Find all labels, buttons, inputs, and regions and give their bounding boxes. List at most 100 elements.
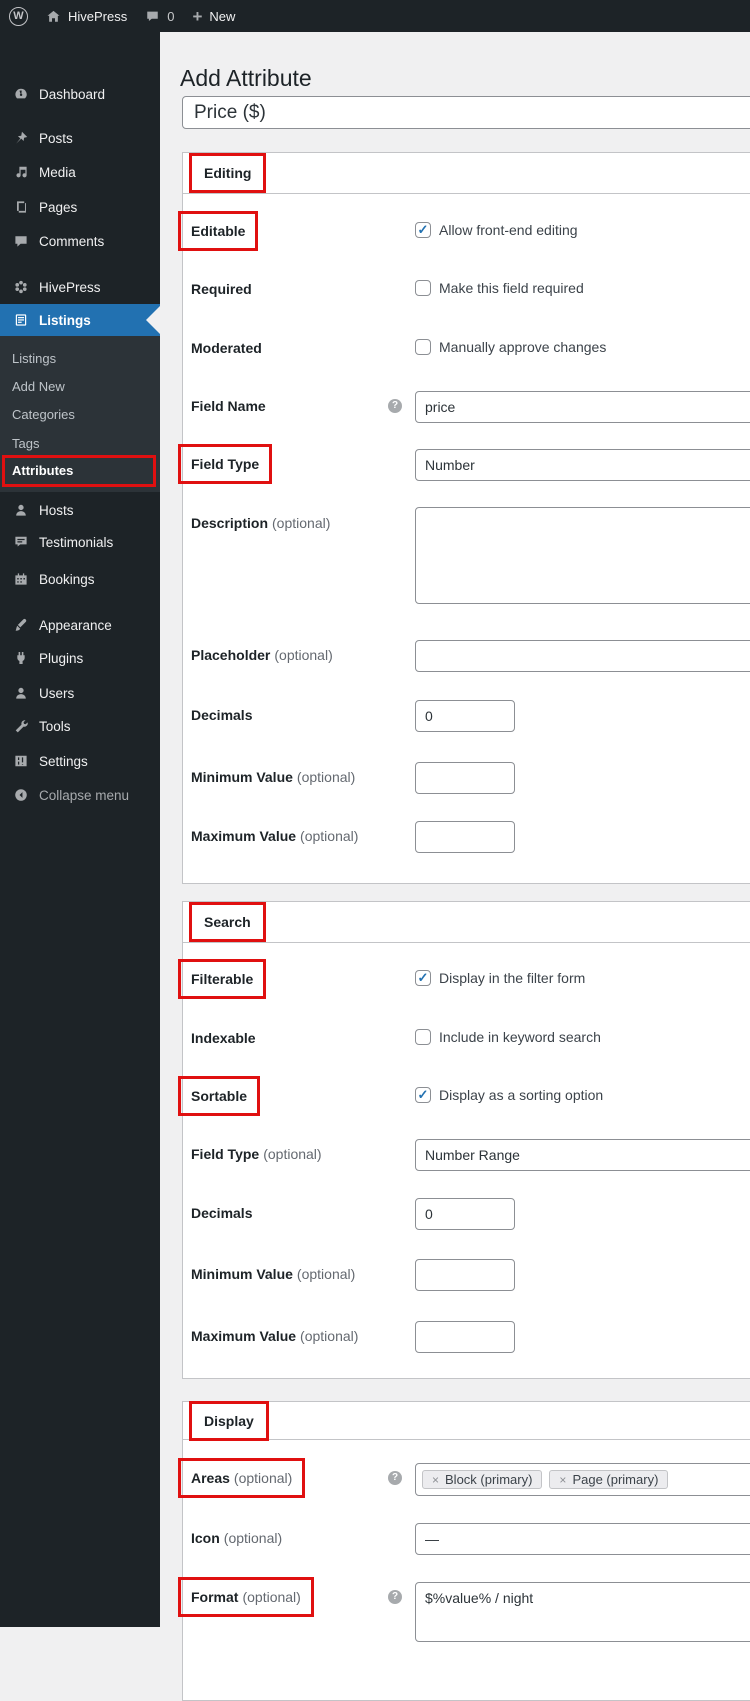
description-textarea[interactable]	[415, 507, 750, 604]
search-decimals-input[interactable]: 0	[415, 1198, 515, 1230]
section-title-display: Display	[189, 1400, 269, 1441]
help-icon[interactable]: ?	[388, 1590, 402, 1604]
remove-tag-icon[interactable]: ×	[559, 1473, 566, 1487]
field-label: Sortable	[178, 1076, 261, 1116]
checkbox-control: ✓ Display in the filter form	[415, 970, 585, 986]
sidebar-item-users[interactable]: Users	[0, 676, 160, 710]
collapse-arrow-icon	[11, 787, 30, 803]
sidebar-item-hivepress[interactable]: HivePress	[0, 270, 160, 304]
home-icon	[46, 9, 61, 24]
site-link[interactable]: HivePress	[37, 0, 136, 32]
field-label: Minimum Value (optional)	[191, 769, 356, 785]
editing-panel-header: Editing	[183, 153, 750, 194]
indexable-checkbox[interactable]	[415, 1029, 431, 1045]
moderated-checkbox[interactable]	[415, 339, 431, 355]
dashboard-icon	[11, 86, 30, 102]
submenu-item-listings[interactable]: Listings	[0, 345, 160, 373]
placeholder-input[interactable]	[415, 640, 750, 672]
maximum-value-input[interactable]	[415, 821, 515, 853]
site-name: HivePress	[68, 8, 128, 24]
sidebar-item-pages[interactable]: Pages	[0, 190, 160, 224]
checkbox-label: Include in keyword search	[439, 1029, 601, 1045]
input-value: 0	[425, 1206, 433, 1222]
sidebar-item-posts[interactable]: Posts	[0, 121, 160, 155]
icon-select[interactable]: —	[415, 1523, 750, 1555]
help-icon[interactable]: ?	[388, 1471, 402, 1485]
selected-tag: × Block (primary)	[422, 1470, 543, 1489]
sidebar-item-testimonials[interactable]: Testimonials	[0, 525, 160, 559]
sidebar-item-hosts[interactable]: Hosts	[0, 493, 160, 527]
row-areas: Areas (optional) ? × Block (primary) × Pa…	[178, 1458, 750, 1503]
testimonial-icon	[11, 534, 30, 550]
sidebar-item-bookings[interactable]: Bookings	[0, 562, 160, 596]
sidebar-item-media[interactable]: Media	[0, 155, 160, 189]
row-search-minimum-value: Minimum Value (optional)	[191, 1259, 750, 1299]
tag-label: Block (primary)	[445, 1472, 533, 1487]
comment-bubble-icon	[145, 9, 160, 24]
decimals-input[interactable]: 0	[415, 700, 515, 732]
sidebar-item-settings[interactable]: Settings	[0, 744, 160, 778]
field-label: Field Type (optional)	[191, 1146, 322, 1162]
pushpin-icon	[11, 130, 30, 146]
submenu-item-attributes[interactable]: Attributes	[2, 455, 156, 487]
row-sortable: Sortable ✓ Display as a sorting option	[178, 1076, 750, 1121]
format-input[interactable]: $%value% / night	[415, 1582, 750, 1642]
listings-icon	[11, 312, 30, 328]
submenu-item-add-new[interactable]: Add New	[0, 373, 160, 401]
select-value: Number Range	[425, 1147, 520, 1163]
wrench-icon	[11, 718, 30, 734]
areas-multiselect[interactable]: × Block (primary) × Page (primary)	[415, 1463, 750, 1496]
comments-shortcut[interactable]: 0	[136, 0, 183, 32]
submenu-item-tags[interactable]: Tags	[0, 430, 160, 458]
field-label: Placeholder (optional)	[191, 647, 333, 663]
checkbox-control: ✓ Display as a sorting option	[415, 1087, 603, 1103]
sidebar-item-collapse-menu[interactable]: Collapse menu	[0, 778, 160, 812]
plus-icon: +	[192, 6, 203, 26]
sidebar-item-dashboard[interactable]: Dashboard	[0, 77, 160, 111]
search-minimum-value-input[interactable]	[415, 1259, 515, 1291]
row-indexable: Indexable Include in keyword search	[191, 1029, 750, 1063]
submenu-item-categories[interactable]: Categories	[0, 401, 160, 429]
remove-tag-icon[interactable]: ×	[432, 1473, 439, 1487]
checkbox-label: Manually approve changes	[439, 339, 607, 355]
hivepress-flower-icon	[11, 279, 30, 295]
sortable-checkbox[interactable]: ✓	[415, 1087, 431, 1103]
attribute-name-input[interactable]: Price ($)	[182, 96, 750, 129]
admin-sidebar: Dashboard Posts Media Pages Comments Hiv…	[0, 32, 160, 1627]
sliders-icon	[11, 753, 30, 769]
wordpress-logo-icon: W	[9, 6, 28, 26]
sidebar-item-comments[interactable]: Comments	[0, 224, 160, 258]
search-field-type-select[interactable]: Number Range	[415, 1139, 750, 1171]
checkbox-label: Display in the filter form	[439, 970, 586, 986]
editable-checkbox[interactable]: ✓	[415, 222, 431, 238]
sidebar-item-listings[interactable]: Listings	[0, 304, 160, 336]
attribute-name-value: Price ($)	[194, 101, 266, 123]
row-editable: Editable ✓ Allow front-end editing	[178, 211, 750, 256]
calendar-icon	[11, 571, 30, 587]
wordpress-menu[interactable]: W	[0, 0, 37, 32]
filterable-checkbox[interactable]: ✓	[415, 970, 431, 986]
field-label: Description (optional)	[191, 515, 331, 531]
field-name-input[interactable]: price	[415, 391, 750, 423]
checkbox-control: Make this field required	[415, 280, 584, 296]
sidebar-item-appearance[interactable]: Appearance	[0, 608, 160, 642]
row-moderated: Moderated Manually approve changes	[191, 339, 750, 373]
help-icon[interactable]: ?	[388, 399, 402, 413]
field-type-select[interactable]: Number	[415, 449, 750, 481]
tag-label: Page (primary)	[572, 1472, 659, 1487]
field-label: Maximum Value (optional)	[191, 828, 359, 844]
selected-tag: × Page (primary)	[549, 1470, 669, 1489]
new-content-menu[interactable]: + New	[183, 0, 244, 32]
minimum-value-input[interactable]	[415, 762, 515, 794]
required-checkbox[interactable]	[415, 280, 431, 296]
row-required: Required Make this field required	[191, 280, 750, 314]
checkbox-label: Make this field required	[439, 280, 584, 296]
search-maximum-value-input[interactable]	[415, 1321, 515, 1353]
comments-icon	[11, 233, 30, 249]
sidebar-item-plugins[interactable]: Plugins	[0, 641, 160, 675]
row-minimum-value: Minimum Value (optional)	[191, 762, 750, 802]
row-field-type: Field Type Number	[178, 444, 750, 489]
field-label: Field Name	[191, 398, 266, 414]
sidebar-item-tools[interactable]: Tools	[0, 709, 160, 743]
checkbox-control: Manually approve changes	[415, 339, 606, 355]
